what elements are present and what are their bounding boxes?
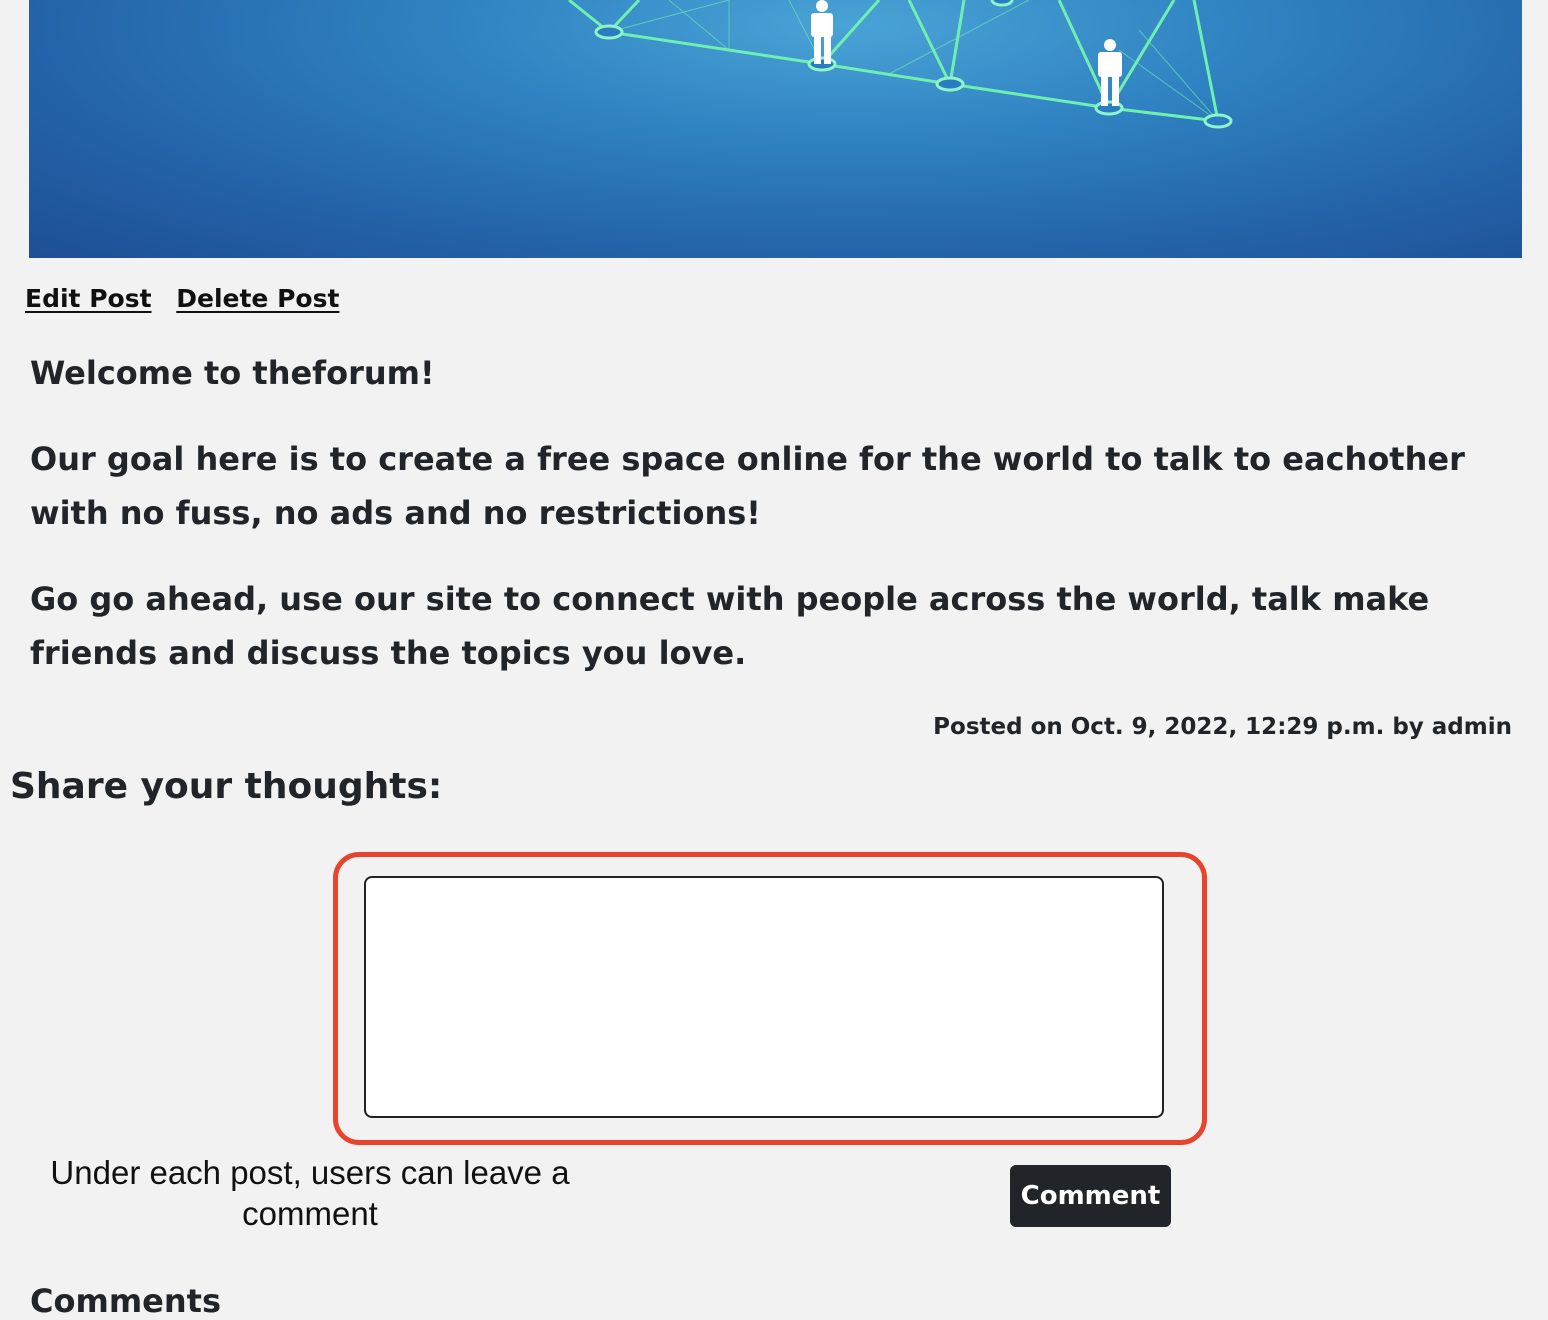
comment-textarea[interactable] xyxy=(364,876,1164,1118)
post-meta: Posted on Oct. 9, 2022, 12:29 p.m. by ad… xyxy=(933,714,1512,740)
post-actions: Edit Post Delete Post xyxy=(25,284,355,313)
comment-form-title: Share your thoughts: xyxy=(10,766,443,807)
post-hero-image xyxy=(29,0,1522,258)
delete-post-link[interactable]: Delete Post xyxy=(176,284,339,313)
network-people-icon xyxy=(568,0,1233,129)
annotation-caption: Under each post, users can leave a comme… xyxy=(50,1154,570,1232)
edit-post-link[interactable]: Edit Post xyxy=(25,284,152,313)
comment-submit-button[interactable]: Comment xyxy=(1010,1165,1171,1227)
post-paragraph: Go go ahead, use our site to connect wit… xyxy=(30,580,1430,672)
comments-heading: Comments xyxy=(30,1282,221,1320)
post-paragraph: Welcome to theforum! xyxy=(30,354,435,392)
post-body: Welcome to theforum! Our goal here is to… xyxy=(30,346,1520,712)
post-paragraph: Our goal here is to create a free space … xyxy=(30,440,1465,532)
